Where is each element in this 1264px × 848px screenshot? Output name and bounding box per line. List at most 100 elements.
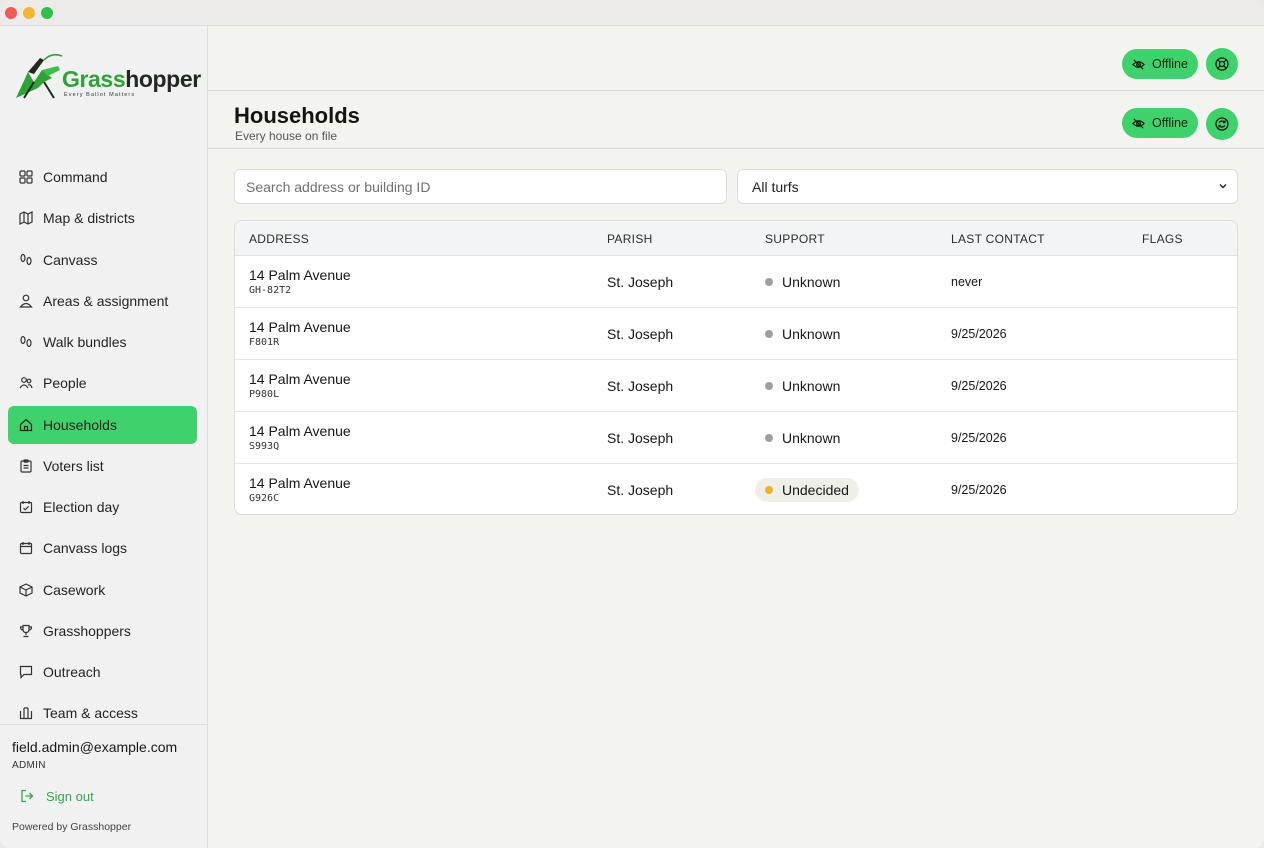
households-table: ADDRESS PARISH SUPPORT LAST CONTACT FLAG… — [234, 220, 1238, 515]
sidebar-item-casework[interactable]: Casework — [8, 571, 197, 609]
status-dot — [765, 434, 773, 442]
top-bar: Offline — [208, 26, 1264, 91]
app-window: Grasshopper Every Ballot Matters Command… — [0, 0, 1264, 848]
table-row[interactable]: 14 Palm Avenue GH-82T2 St. Joseph Unknow… — [235, 256, 1237, 308]
box-icon — [19, 582, 33, 597]
footsteps-icon — [19, 335, 33, 349]
trophy-icon — [19, 624, 33, 638]
sidebar-item-map-districts[interactable]: Map & districts — [8, 199, 197, 237]
building-id: G926C — [249, 493, 280, 504]
table-row[interactable]: 14 Palm Avenue S993Q St. Joseph Unknown … — [235, 412, 1237, 464]
brand-tagline: Every Ballot Matters — [64, 92, 136, 98]
support-status: Unknown — [755, 322, 850, 346]
sidebar-item-people[interactable]: People — [8, 364, 197, 402]
sidebar-item-label: Areas & assignment — [43, 292, 169, 309]
offline-status-button[interactable]: Offline — [1122, 108, 1198, 138]
chevron-down-icon — [1219, 184, 1227, 189]
columns-icon — [19, 706, 33, 720]
building-id: GH-82T2 — [249, 285, 292, 296]
column-header-support[interactable]: SUPPORT — [765, 232, 825, 246]
calendar-check-icon — [19, 500, 33, 514]
people-icon — [19, 376, 33, 390]
sidebar-item-label: Election day — [43, 499, 120, 515]
column-header-flags[interactable]: FLAGS — [1142, 232, 1183, 246]
support-button[interactable] — [1206, 48, 1238, 80]
last-contact-cell: never — [951, 275, 983, 289]
last-contact-cell: 9/25/2026 — [951, 327, 1007, 341]
brand-logo[interactable]: Grasshopper Every Ballot Matters — [14, 52, 201, 104]
last-contact-cell: 9/25/2026 — [951, 483, 1007, 497]
sidebar-item-label: Canvass — [43, 251, 98, 268]
powered-by: Powered by Grasshopper — [12, 821, 132, 833]
user-icon — [19, 294, 33, 308]
sidebar: Grasshopper Every Ballot Matters Command… — [0, 26, 208, 848]
sidebar-item-label: Voters list — [43, 457, 104, 474]
turf-select-value: All turfs — [752, 178, 799, 195]
sidebar-item-walk-bundles[interactable]: Walk bundles — [8, 323, 197, 361]
building-id: F801R — [249, 337, 280, 348]
column-header-parish[interactable]: PARISH — [607, 232, 653, 246]
grid-icon — [19, 170, 33, 184]
page-subtitle: Every house on file — [235, 129, 338, 143]
status-dot — [765, 278, 773, 286]
minimize-window-button[interactable] — [23, 7, 35, 19]
offline-status-button[interactable]: Offline — [1122, 49, 1198, 79]
footsteps-icon — [19, 253, 33, 267]
table-row[interactable]: 14 Palm Avenue F801R St. Joseph Unknown … — [235, 308, 1237, 360]
address-cell: 14 Palm Avenue — [249, 267, 351, 283]
sidebar-item-households[interactable]: Households — [8, 405, 197, 444]
sidebar-item-canvass[interactable]: Canvass — [8, 241, 197, 279]
user-role: ADMIN — [12, 760, 46, 771]
main-content: Offline Households Every house on file O… — [208, 26, 1264, 848]
home-icon — [19, 418, 33, 432]
sidebar-item-areas-assignment[interactable]: Areas & assignment — [8, 282, 197, 320]
support-label: Unknown — [782, 274, 841, 290]
table-row[interactable]: 14 Palm Avenue P980L St. Joseph Unknown … — [235, 360, 1237, 412]
support-status: Unknown — [755, 426, 850, 450]
support-status: Unknown — [755, 270, 850, 294]
building-id: S993Q — [249, 441, 280, 452]
sidebar-item-outreach[interactable]: Outreach — [8, 653, 197, 691]
eye-off-icon — [1132, 58, 1145, 70]
sign-out-label: Sign out — [46, 788, 94, 804]
sidebar-item-canvass-logs[interactable]: Canvass logs — [8, 529, 197, 567]
close-window-button[interactable] — [5, 7, 17, 19]
page-title: Households — [234, 103, 360, 128]
building-id: P980L — [249, 389, 280, 400]
column-header-address[interactable]: ADDRESS — [249, 232, 309, 246]
maximize-window-button[interactable] — [41, 7, 53, 19]
support-status: Unknown — [755, 374, 850, 398]
sync-icon — [1215, 117, 1229, 131]
message-icon — [19, 665, 33, 679]
sidebar-item-election-day[interactable]: Election day — [8, 488, 197, 526]
turf-select[interactable]: All turfs — [737, 169, 1238, 204]
parish-cell: St. Joseph — [607, 430, 674, 446]
sidebar-item-label: Map & districts — [43, 210, 135, 227]
address-cell: 14 Palm Avenue — [249, 319, 351, 335]
sidebar-item-label: Casework — [43, 581, 106, 598]
sidebar-item-voters-list[interactable]: Voters list — [8, 447, 197, 485]
support-label: Undecided — [782, 482, 849, 498]
sidebar-item-command[interactable]: Command — [8, 158, 197, 196]
parish-cell: St. Joseph — [607, 482, 674, 498]
last-contact-cell: 9/25/2026 — [951, 431, 1007, 445]
support-label: Unknown — [782, 326, 841, 342]
status-label: Offline — [1152, 57, 1188, 71]
sidebar-nav: Command Map & districts Canvass Areas & … — [8, 158, 197, 736]
grasshopper-icon — [16, 53, 63, 99]
sidebar-item-label: Walk bundles — [43, 334, 127, 350]
status-dot — [765, 382, 773, 390]
sign-out-button[interactable]: Sign out — [12, 785, 94, 807]
sync-button[interactable] — [1206, 108, 1238, 140]
column-header-last-contact[interactable]: LAST CONTACT — [951, 232, 1045, 246]
map-icon — [19, 211, 33, 226]
sidebar-item-grasshoppers[interactable]: Grasshoppers — [8, 612, 197, 650]
sidebar-item-label: Grasshoppers — [43, 622, 131, 639]
status-label: Offline — [1152, 116, 1188, 130]
search-input[interactable] — [234, 169, 727, 204]
address-cell: 14 Palm Avenue — [249, 423, 351, 439]
sidebar-item-label: Canvass logs — [43, 540, 128, 557]
page-header: Households Every house on file Offline — [208, 91, 1264, 149]
address-cell: 14 Palm Avenue — [249, 475, 351, 491]
table-row[interactable]: 14 Palm Avenue G926C St. Joseph Undecide… — [235, 464, 1237, 514]
